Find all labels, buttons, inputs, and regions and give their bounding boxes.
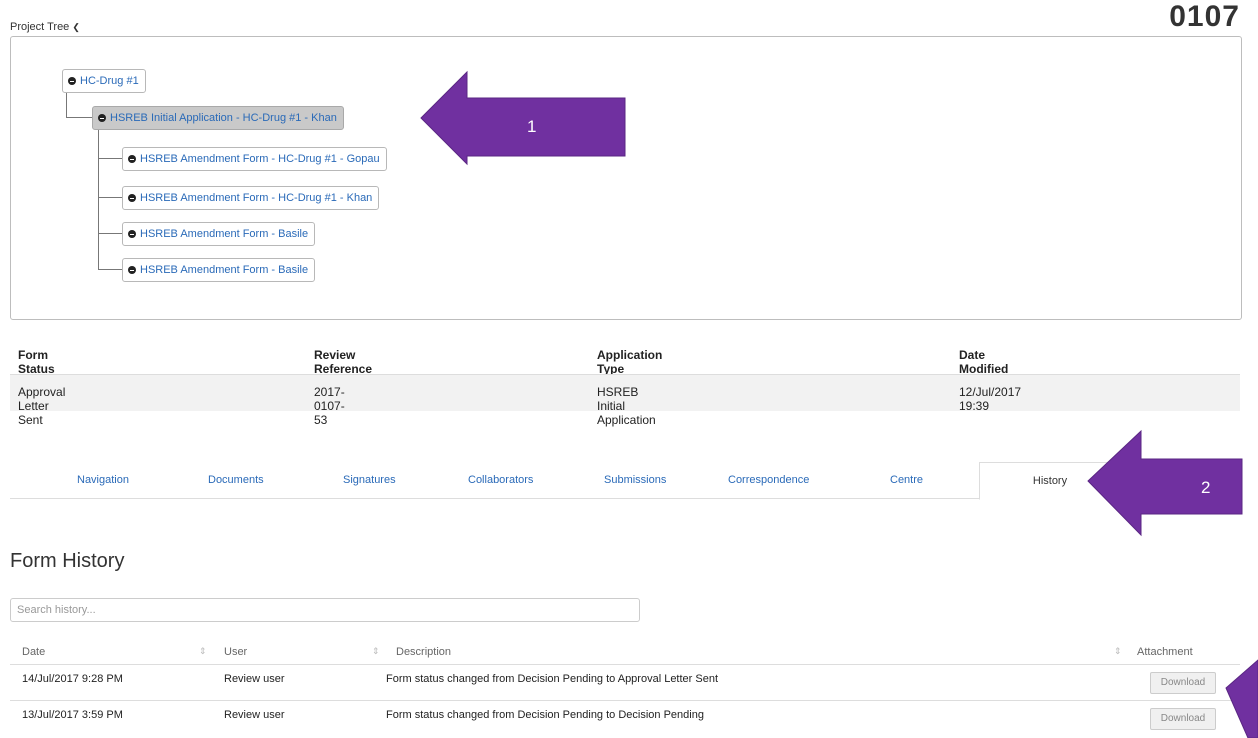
annotation-arrow-1-icon (420, 70, 626, 166)
annotation-label-2: 2 (1201, 478, 1211, 497)
annotation-arrow-2-icon (1087, 429, 1243, 537)
annotation-overlay (420, 70, 1258, 738)
annotation-label-1: 1 (527, 117, 537, 136)
annotation-arrow-3-icon (1225, 659, 1258, 738)
